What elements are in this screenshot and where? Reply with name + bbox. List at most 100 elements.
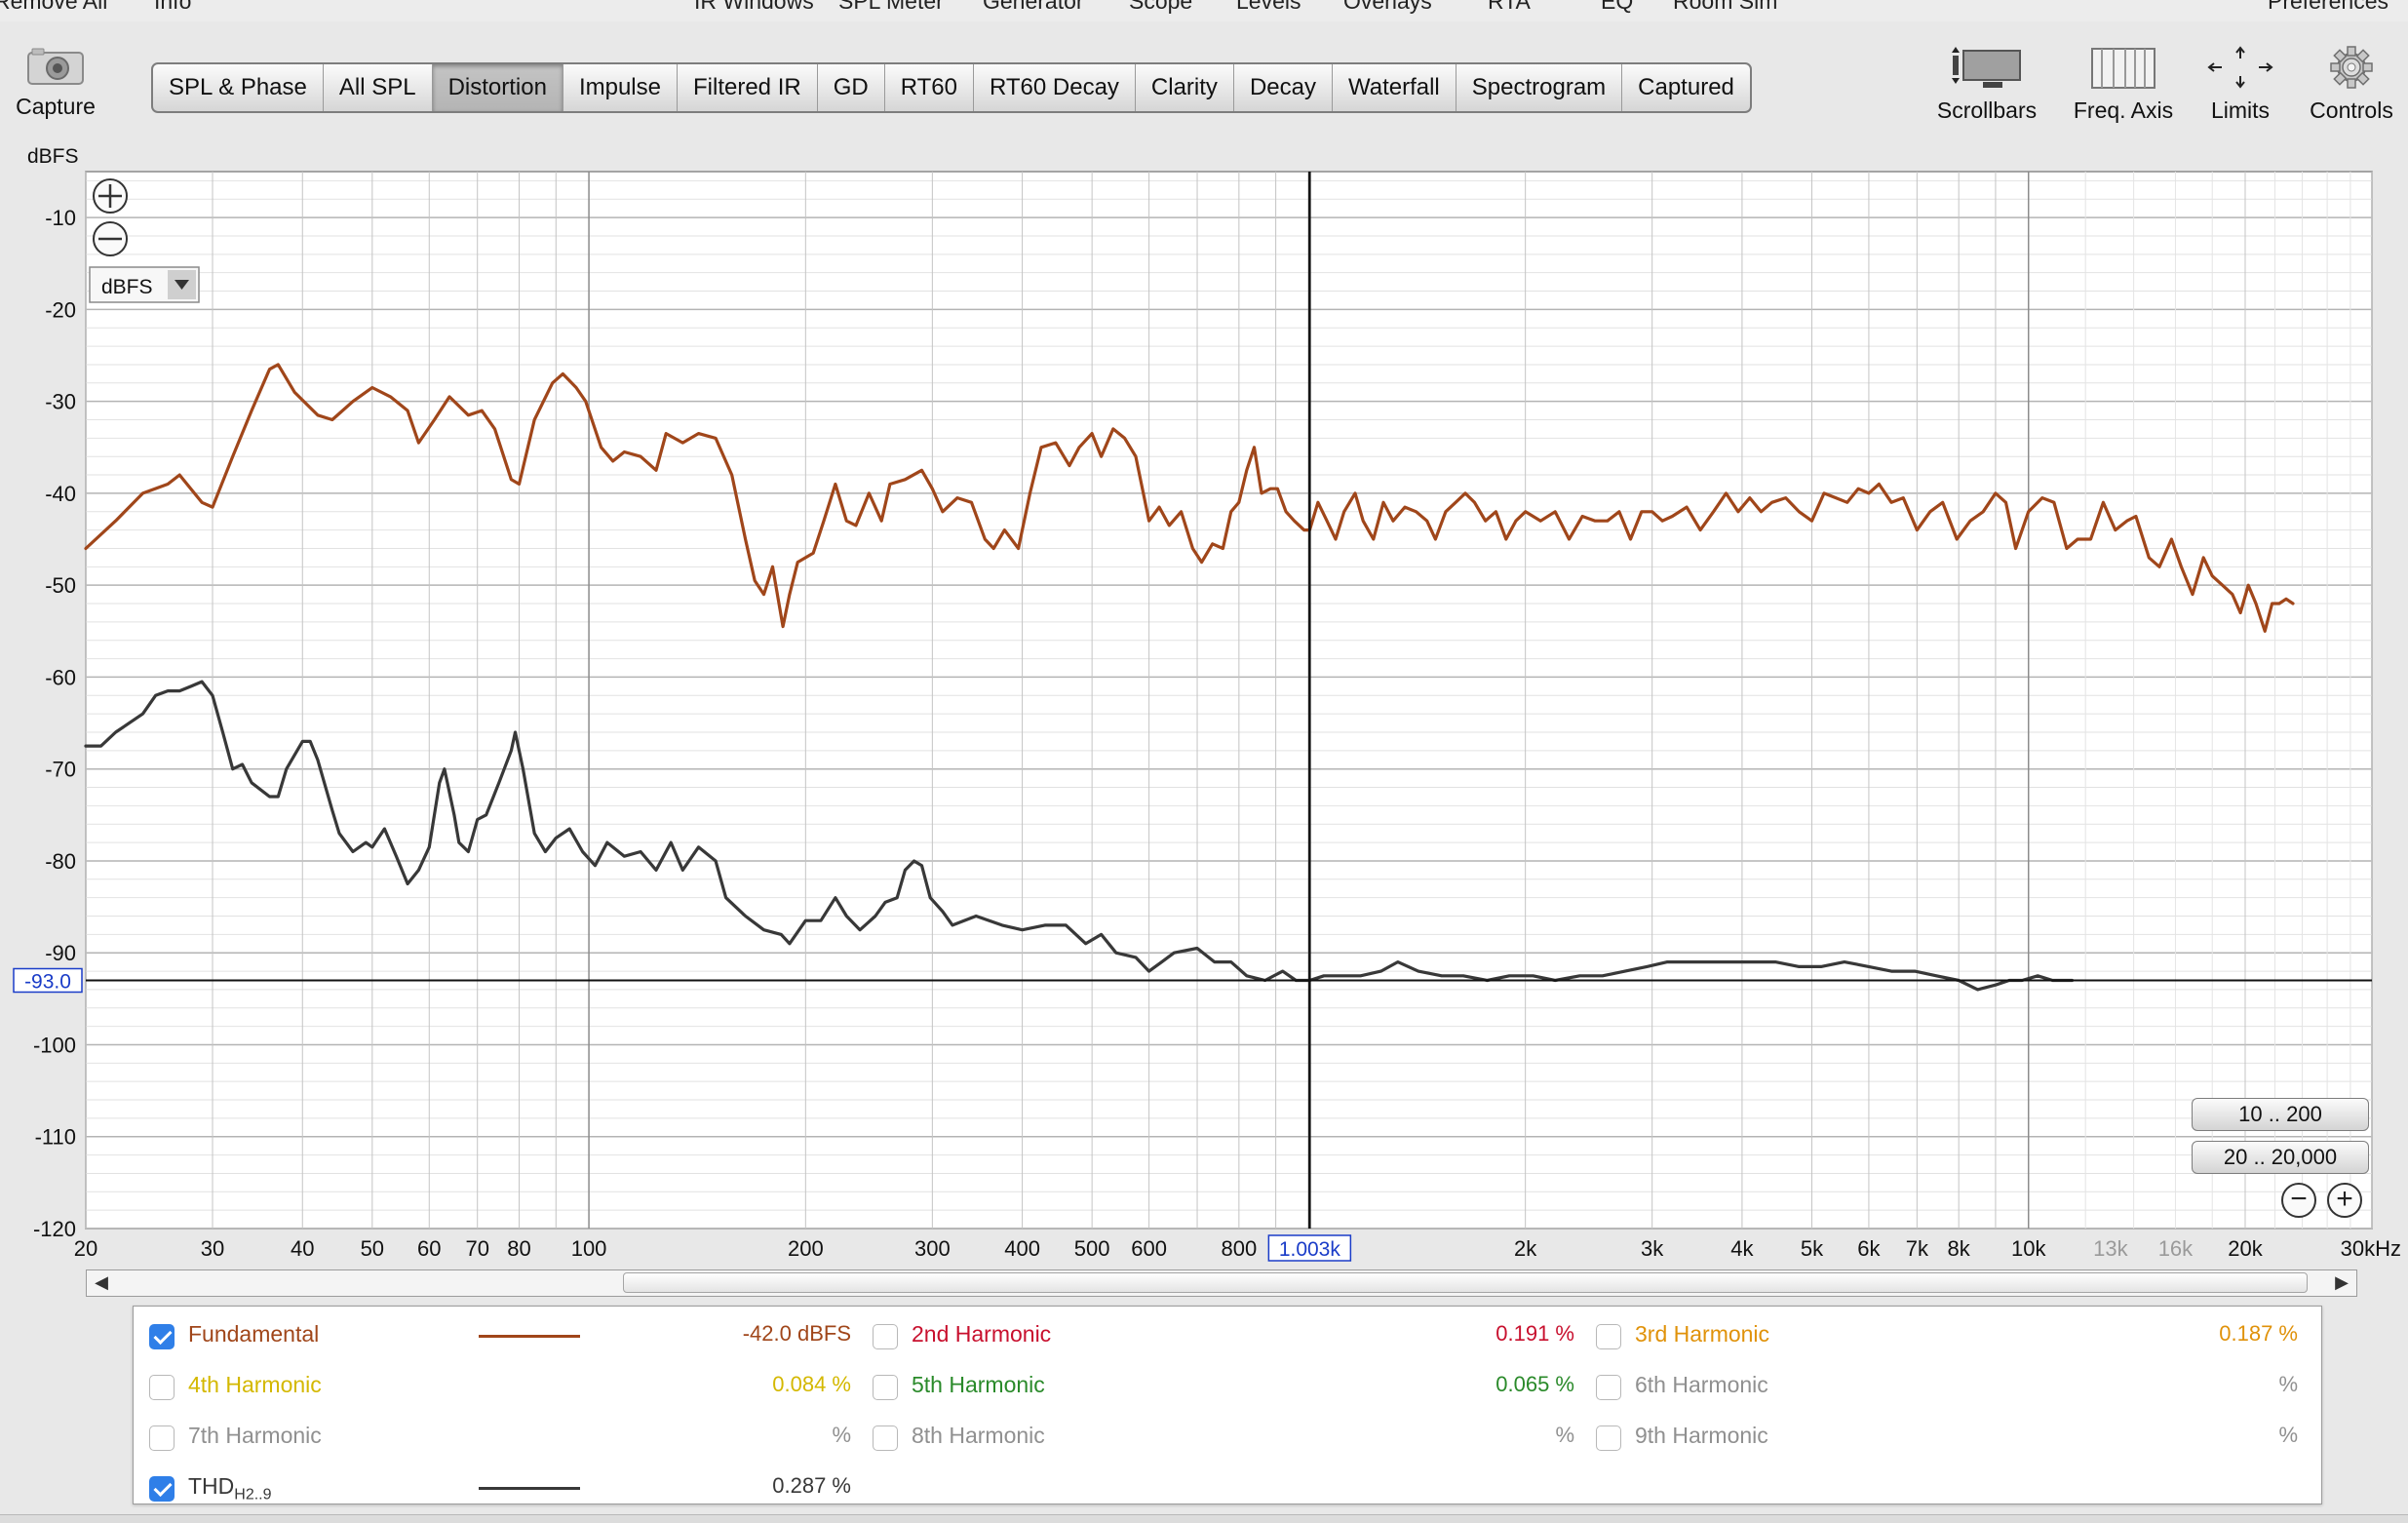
legend-label-text: 8th Harmonic (912, 1423, 1045, 1448)
x-tick-label: 100 (571, 1236, 607, 1261)
rta-menu[interactable]: RTA (1488, 0, 1531, 15)
legend-label-text: THD (188, 1473, 235, 1499)
scope-menu[interactable]: Scope (1129, 0, 1192, 15)
legend-item: 5th Harmonic 0.065 % (869, 1361, 1580, 1412)
x-tick-label: 20 (74, 1236, 97, 1261)
gear-icon (2330, 46, 2373, 89)
legend-item: 3rd Harmonic 0.187 % (1592, 1310, 2304, 1361)
x-tick-label: 3k (1641, 1236, 1664, 1261)
overlays-menu[interactable]: Overlays (1343, 0, 1432, 15)
legend-value: 0.084 % (772, 1372, 851, 1396)
ir-windows-menu[interactable]: IR Windows (694, 0, 814, 15)
tab-gd[interactable]: GD (818, 64, 885, 111)
x-tick-label: 2k (1514, 1236, 1537, 1261)
legend-item: Fundamental -42.0 dBFS (145, 1310, 857, 1361)
eq-menu[interactable]: EQ (1601, 0, 1633, 15)
spl-meter-menu[interactable]: SPL Meter (838, 0, 944, 15)
legend-label: 3rd Harmonic (1635, 1321, 1769, 1347)
scroll-left-icon[interactable]: ◀ (89, 1270, 114, 1295)
y-tick-label: -120 (33, 1217, 76, 1241)
zoom-in-x-button[interactable]: + (2327, 1183, 2362, 1218)
legend-checkbox[interactable] (873, 1324, 898, 1349)
tab-clarity[interactable]: Clarity (1136, 64, 1234, 111)
legend-label-text: 2nd Harmonic (912, 1321, 1052, 1347)
bottom-strip (0, 1514, 2408, 1523)
y-axis-ticks: -10 -20 -30 -40 -50 -60 -70 -80 -90 -100 -110 -120 (33, 206, 76, 1241)
capture-button[interactable]: Capture (8, 47, 103, 120)
x-tick-label: 7k (1906, 1236, 1929, 1261)
y-tick-label: -110 (35, 1125, 76, 1150)
legend-checkbox[interactable] (149, 1476, 175, 1502)
limits-label: Limits (2210, 98, 2271, 123)
tab-impulse[interactable]: Impulse (563, 64, 678, 111)
generator-menu[interactable]: Generator (983, 0, 1084, 15)
legend-value: 0.065 % (1495, 1372, 1574, 1396)
legend-label-text: 9th Harmonic (1635, 1423, 1768, 1448)
distortion-graph[interactable]: dBFS -10 -20 -30 -40 -50 -60 -70 -80 -90 -100 -110… (0, 137, 2408, 1269)
legend-label: Fundamental (188, 1321, 319, 1347)
legend-label: 6th Harmonic (1635, 1372, 1768, 1398)
legend-checkbox[interactable] (873, 1425, 898, 1451)
legend-line-swatch (479, 1335, 580, 1338)
preferences-menu[interactable]: Preferences (2268, 0, 2389, 15)
x-axis-ticks: 20 30 40 50 60 70 80 100 200 300 400 500 600 800 2k 3k 4… (74, 1236, 2401, 1261)
tab-captured[interactable]: Captured (1622, 64, 1750, 111)
legend-value: 0.287 % (772, 1473, 851, 1498)
x-tick-label: 400 (1004, 1236, 1040, 1261)
x-tick-label: 80 (507, 1236, 530, 1261)
tab-decay[interactable]: Decay (1234, 64, 1333, 111)
info-menu[interactable]: Info (154, 0, 191, 15)
range-10-200-button[interactable]: 10 .. 200 (2192, 1098, 2369, 1131)
tab-distortion[interactable]: Distortion (432, 64, 563, 111)
x-tick-label: 5k (1801, 1236, 1824, 1261)
tab-rt60-decay[interactable]: RT60 Decay (974, 64, 1136, 111)
horizontal-scrollbar[interactable]: ◀ ▶ (86, 1269, 2357, 1297)
legend-row: 7th Harmonic% 8th Harmonic% 9th Harmonic% (134, 1412, 2321, 1463)
legend-value: % (832, 1423, 851, 1447)
legend-label: 4th Harmonic (188, 1372, 322, 1398)
legend-label: 5th Harmonic (912, 1372, 1045, 1398)
tab-filtered-ir[interactable]: Filtered IR (678, 64, 818, 111)
zoom-out-x-button[interactable]: − (2281, 1183, 2316, 1218)
remove-all-menu[interactable]: Remove All (0, 0, 107, 15)
y-unit-label: dBFS (27, 145, 79, 168)
x-tick-label: 600 (1131, 1236, 1167, 1261)
limits-button[interactable]: Limits (2201, 45, 2279, 124)
legend-checkbox[interactable] (1596, 1425, 1621, 1451)
cursor-freq-label: 1.003k (1279, 1238, 1341, 1261)
tab-rt60[interactable]: RT60 (885, 64, 974, 111)
tab-spectrogram[interactable]: Spectrogram (1456, 64, 1623, 111)
scrollbars-button[interactable]: Scrollbars (1928, 45, 2045, 124)
legend-checkbox[interactable] (149, 1375, 175, 1400)
legend-checkbox[interactable] (1596, 1375, 1621, 1400)
legend-label: 7th Harmonic (188, 1423, 322, 1449)
legend-value: 0.191 % (1495, 1321, 1574, 1346)
legend-checkbox[interactable] (149, 1324, 175, 1349)
controls-button[interactable]: Controls (2303, 45, 2400, 124)
zoom-in-button[interactable] (93, 178, 128, 214)
legend-item: 8th Harmonic% (869, 1412, 1580, 1463)
freq-axis-button[interactable]: Freq. Axis (2065, 45, 2182, 124)
legend-value: % (1555, 1423, 1574, 1447)
levels-menu[interactable]: Levels (1236, 0, 1301, 15)
legend-label: 8th Harmonic (912, 1423, 1045, 1449)
tab-all-spl[interactable]: All SPL (324, 64, 433, 111)
zoom-out-button[interactable] (93, 221, 128, 256)
room-sim-menu[interactable]: Room Sim (1673, 0, 1777, 15)
tab-spl-phase[interactable]: SPL & Phase (153, 64, 324, 111)
unit-select[interactable]: dBFS (89, 266, 200, 303)
legend-item: 9th Harmonic% (1592, 1412, 2304, 1463)
legend-checkbox[interactable] (149, 1425, 175, 1451)
tab-waterfall[interactable]: Waterfall (1333, 64, 1456, 111)
y-tick-label: -30 (45, 390, 76, 414)
scroll-right-icon[interactable]: ▶ (2329, 1270, 2354, 1295)
range-20-20000-button[interactable]: 20 .. 20,000 (2192, 1141, 2369, 1174)
legend-label-text: 3rd Harmonic (1635, 1321, 1770, 1347)
x-tick-label: 300 (914, 1236, 951, 1261)
x-tick-label: 70 (465, 1236, 488, 1261)
legend-label: THDH2..9 (188, 1473, 272, 1504)
legend-checkbox[interactable] (1596, 1324, 1621, 1349)
x-tick-label: 200 (788, 1236, 824, 1261)
scrollbar-thumb[interactable] (623, 1272, 2308, 1293)
legend-checkbox[interactable] (873, 1375, 898, 1400)
